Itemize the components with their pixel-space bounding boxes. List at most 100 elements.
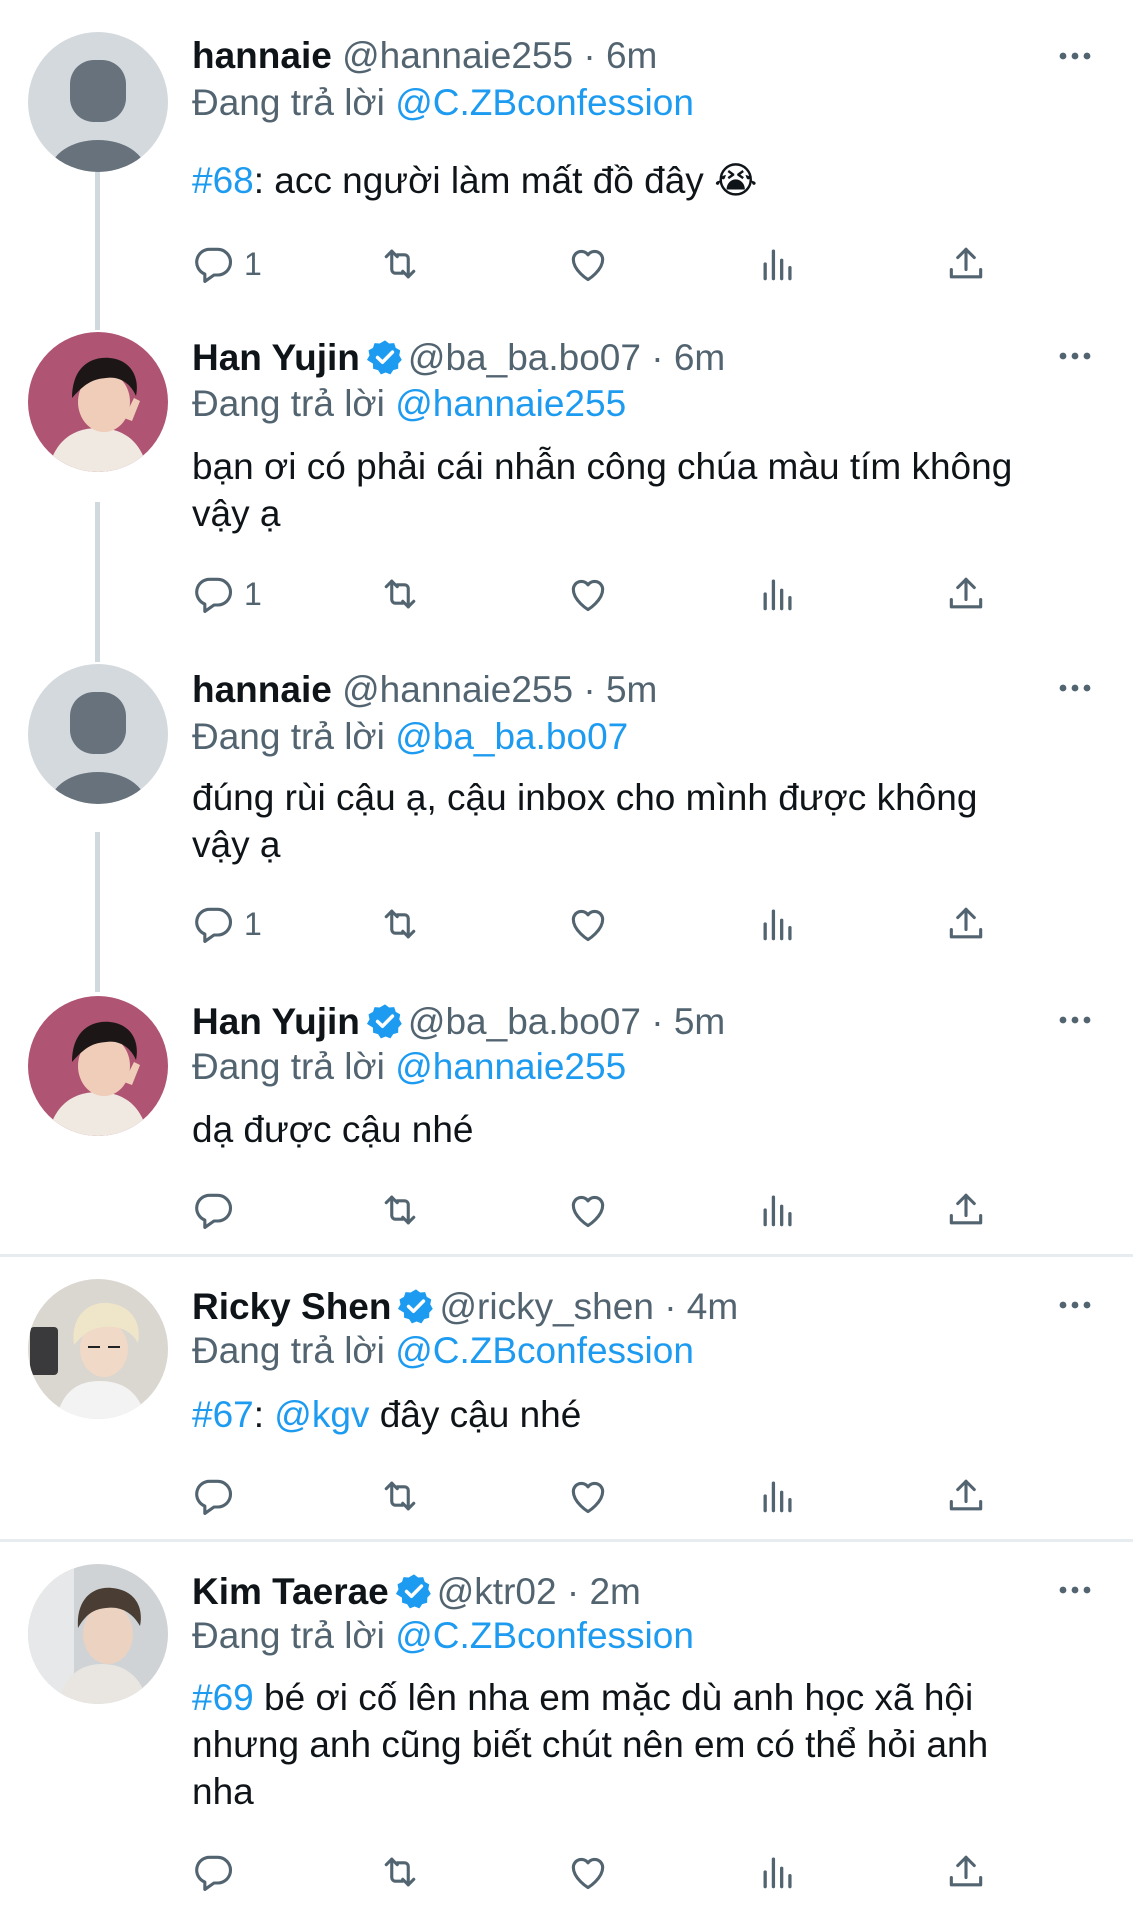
- verified-icon: [397, 1287, 435, 1325]
- retweet-button[interactable]: [378, 900, 422, 948]
- user-handle[interactable]: @hannaie255: [342, 35, 573, 76]
- timestamp[interactable]: 6m: [606, 35, 657, 76]
- more-icon[interactable]: [1055, 678, 1095, 698]
- like-button[interactable]: [566, 1186, 610, 1234]
- retweet-button[interactable]: [378, 1472, 422, 1520]
- retweet-button[interactable]: [378, 570, 422, 618]
- timestamp[interactable]: 5m: [606, 669, 657, 710]
- share-button[interactable]: [944, 1848, 988, 1896]
- share-button[interactable]: [944, 1472, 988, 1520]
- more-icon[interactable]: [1055, 1010, 1095, 1030]
- retweet-button[interactable]: [378, 240, 422, 288]
- reply-context: Đang trả lời @C.ZBconfession: [192, 1614, 694, 1658]
- reply-icon: [192, 242, 236, 286]
- views-icon: [756, 1850, 800, 1894]
- share-button[interactable]: [944, 240, 988, 288]
- like-icon: [566, 1850, 610, 1894]
- reply-button[interactable]: [192, 1186, 236, 1234]
- separator-dot: ·: [651, 1001, 664, 1042]
- separator-dot: ·: [664, 1286, 677, 1327]
- retweet-icon: [378, 242, 422, 286]
- action-bar: 1: [192, 570, 1012, 618]
- user-handle[interactable]: @ba_ba.bo07: [408, 1001, 641, 1042]
- tweet-text-content: đây cậu nhé: [369, 1394, 582, 1435]
- more-icon[interactable]: [1055, 1295, 1095, 1315]
- reply-button[interactable]: 1: [192, 240, 262, 288]
- more-icon[interactable]: [1055, 1580, 1095, 1600]
- avatar[interactable]: [28, 332, 168, 472]
- tweet[interactable]: Ricky Shen @ricky_shen · 4m Đang trả lời …: [0, 1257, 1133, 1539]
- tweet[interactable]: Han Yujin @ba_ba.bo07 · 6m Đang trả lời @…: [0, 330, 1133, 660]
- share-icon: [944, 572, 988, 616]
- more-icon[interactable]: [1055, 46, 1095, 66]
- views-button[interactable]: [756, 1848, 800, 1896]
- tweet-text-line: vậy ạ: [192, 493, 281, 534]
- retweet-button[interactable]: [378, 1186, 422, 1234]
- mention-link[interactable]: @C.ZBconfession: [395, 82, 694, 123]
- hashtag-link[interactable]: #67: [192, 1394, 254, 1435]
- user-handle[interactable]: @ktr02: [437, 1571, 557, 1612]
- display-name[interactable]: hannaie: [192, 35, 332, 76]
- reply-prefix: Đang trả lời: [192, 1046, 385, 1087]
- share-button[interactable]: [944, 570, 988, 618]
- like-button[interactable]: [566, 900, 610, 948]
- timestamp[interactable]: 4m: [687, 1286, 738, 1327]
- reply-count: 1: [244, 575, 262, 612]
- share-button[interactable]: [944, 900, 988, 948]
- views-button[interactable]: [756, 570, 800, 618]
- views-button[interactable]: [756, 240, 800, 288]
- display-name[interactable]: Ricky Shen: [192, 1286, 391, 1327]
- reply-prefix: Đang trả lời: [192, 82, 385, 123]
- mention-link[interactable]: @C.ZBconfession: [395, 1330, 694, 1371]
- tweet[interactable]: hannaie @hannaie255 · 6m Đang trả lời @C…: [0, 0, 1133, 330]
- mention-link[interactable]: @hannaie255: [395, 383, 626, 424]
- user-handle[interactable]: @ba_ba.bo07: [408, 337, 641, 378]
- share-icon: [944, 902, 988, 946]
- mention-link[interactable]: @kgv: [274, 1394, 369, 1435]
- timestamp[interactable]: 5m: [674, 1001, 725, 1042]
- like-button[interactable]: [566, 1472, 610, 1520]
- tweet-header: Han Yujin @ba_ba.bo07 · 6m: [192, 336, 725, 380]
- avatar[interactable]: [28, 996, 168, 1136]
- tweet[interactable]: hannaie @hannaie255 · 5m Đang trả lời @b…: [0, 660, 1133, 990]
- timestamp[interactable]: 6m: [674, 337, 725, 378]
- mention-link[interactable]: @C.ZBconfession: [395, 1615, 694, 1656]
- like-button[interactable]: [566, 570, 610, 618]
- share-icon: [944, 1850, 988, 1894]
- share-button[interactable]: [944, 1186, 988, 1234]
- avatar[interactable]: [28, 1564, 168, 1704]
- tweet-text-line: đúng rùi cậu ạ, cậu inbox cho mình được …: [192, 777, 978, 818]
- display-name[interactable]: hannaie: [192, 669, 332, 710]
- tweet-text-line: vậy ạ: [192, 824, 281, 865]
- views-button[interactable]: [756, 900, 800, 948]
- display-name[interactable]: Kim Taerae: [192, 1571, 389, 1612]
- tweet[interactable]: Kim Taerae @ktr02 · 2m Đang trả lời @C.ZB…: [0, 1542, 1133, 1920]
- reply-count: 1: [244, 245, 262, 282]
- avatar[interactable]: [28, 1279, 168, 1419]
- user-handle[interactable]: @hannaie255: [342, 669, 573, 710]
- like-button[interactable]: [566, 1848, 610, 1896]
- reply-button[interactable]: 1: [192, 900, 262, 948]
- user-handle[interactable]: @ricky_shen: [439, 1286, 653, 1327]
- tweet-header: Han Yujin @ba_ba.bo07 · 5m: [192, 1000, 725, 1044]
- tweet[interactable]: Han Yujin @ba_ba.bo07 · 5m Đang trả lời @…: [0, 990, 1133, 1254]
- hashtag-link[interactable]: #68: [192, 160, 254, 201]
- views-button[interactable]: [756, 1186, 800, 1234]
- reply-button[interactable]: 1: [192, 570, 262, 618]
- avatar[interactable]: [28, 32, 168, 172]
- retweet-button[interactable]: [378, 1848, 422, 1896]
- timestamp[interactable]: 2m: [589, 1571, 640, 1612]
- mention-link[interactable]: @ba_ba.bo07: [395, 716, 628, 757]
- like-button[interactable]: [566, 240, 610, 288]
- reply-icon: [192, 902, 236, 946]
- display-name[interactable]: Han Yujin: [192, 337, 360, 378]
- reply-button[interactable]: [192, 1472, 236, 1520]
- views-button[interactable]: [756, 1472, 800, 1520]
- more-icon[interactable]: [1055, 346, 1095, 366]
- mention-link[interactable]: @hannaie255: [395, 1046, 626, 1087]
- avatar[interactable]: [28, 664, 168, 804]
- hashtag-link[interactable]: #69: [192, 1677, 254, 1718]
- reply-button[interactable]: [192, 1848, 236, 1896]
- display-name[interactable]: Han Yujin: [192, 1001, 360, 1042]
- action-bar: 1: [192, 240, 1012, 288]
